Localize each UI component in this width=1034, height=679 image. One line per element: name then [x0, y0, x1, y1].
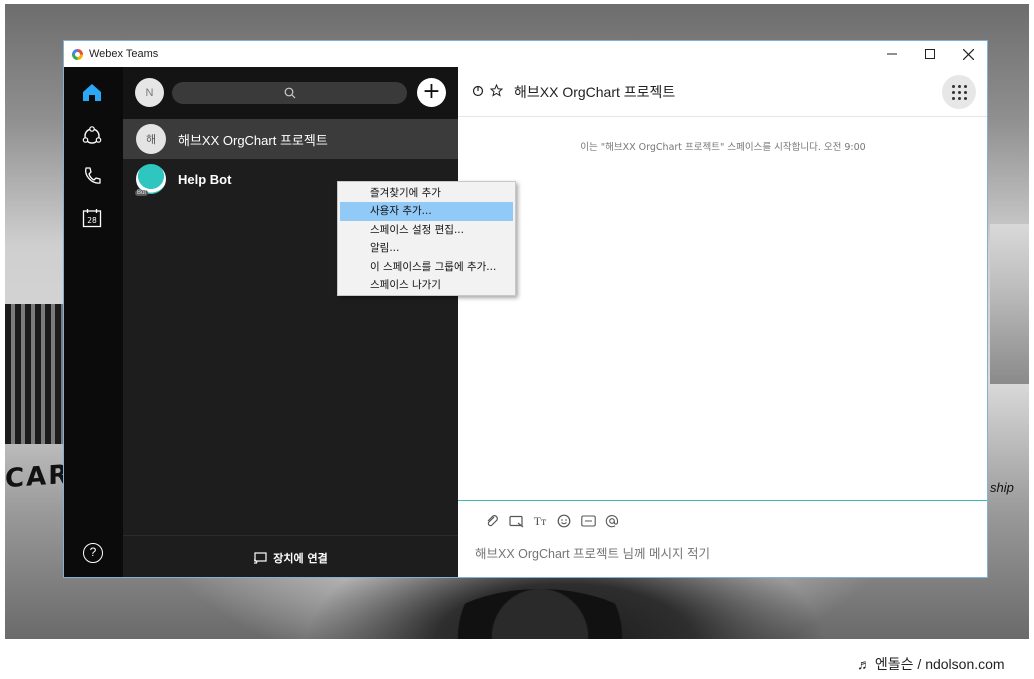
connect-device-button[interactable]: 장치에 연결	[123, 535, 458, 577]
home-nav-button[interactable]	[81, 81, 103, 103]
mention-button[interactable]	[604, 513, 620, 529]
help-button[interactable]: ?	[83, 543, 103, 563]
message-composer: Tт	[458, 500, 987, 577]
grid-dot-icon	[951, 84, 955, 88]
grid-dot-icon	[957, 96, 961, 100]
grid-dot-icon	[957, 84, 961, 88]
attach-icon	[487, 515, 498, 527]
search-input[interactable]	[172, 82, 407, 104]
grid-dot-icon	[951, 96, 955, 100]
cast-icon	[254, 551, 267, 564]
add-space-button[interactable]: +	[417, 78, 446, 107]
grid-dot-icon	[957, 90, 961, 94]
minimize-icon	[887, 53, 897, 55]
share-screen-button[interactable]	[508, 513, 524, 529]
conversation-pane: 해브XX OrgChart 프로젝트 이는 "해브XX OrgChart 프로젝…	[458, 67, 987, 577]
close-icon	[962, 48, 974, 60]
car-side-text: ship	[990, 480, 1014, 495]
menu-item-add-to-group[interactable]: 이 스페이스를 그룹에 추가...	[340, 258, 513, 276]
bot-badge: Bot	[135, 190, 149, 196]
calls-nav-button[interactable]	[81, 165, 103, 187]
minimize-button[interactable]	[873, 41, 911, 67]
close-button[interactable]	[949, 41, 987, 67]
home-icon	[83, 83, 101, 101]
space-context-menu: 즐겨찾기에 추가 사용자 추가... 스페이스 설정 편집... 알림... 이…	[337, 181, 516, 296]
conversation-title: 해브XX OrgChart 프로젝트	[514, 84, 676, 100]
space-item-orgchart[interactable]: 해 해브XX OrgChart 프로젝트	[123, 119, 458, 159]
emoji-button[interactable]	[556, 513, 572, 529]
teams-nav-button[interactable]	[81, 125, 103, 147]
spaces-header: N +	[123, 67, 458, 119]
watermark-text: ♬ 엔돌슨 / ndolson.com	[857, 656, 1005, 672]
gif-icon	[580, 515, 596, 527]
connect-device-label: 장치에 연결	[273, 551, 328, 565]
webex-logo-icon	[72, 48, 83, 60]
window-controls	[873, 41, 987, 67]
mention-icon	[605, 515, 619, 528]
gif-button[interactable]	[580, 513, 596, 529]
space-avatar: 해	[136, 124, 166, 154]
format-text-icon: Tт	[533, 513, 547, 528]
menu-item-add-favorite[interactable]: 즐겨찾기에 추가	[340, 184, 513, 202]
search-icon	[284, 87, 295, 99]
conversation-header: 해브XX OrgChart 프로젝트	[458, 67, 987, 117]
format-text-button[interactable]: Tт	[532, 513, 548, 529]
webex-window: Webex Teams 28 ? N + 해 해브XX OrgChart 프로젝…	[63, 40, 988, 578]
grid-dot-icon	[963, 90, 967, 94]
space-start-notice: 이는 "해브XX OrgChart 프로젝트" 스페이스를 시작합니다. 오전 …	[580, 142, 866, 153]
calendar-icon: 28	[82, 209, 102, 228]
bot-avatar: Bot	[135, 164, 166, 196]
space-name: 해브XX OrgChart 프로젝트	[178, 132, 328, 148]
share-screen-icon	[508, 515, 523, 527]
car-wheel	[425, 589, 655, 639]
message-input[interactable]	[475, 547, 955, 561]
window-title: Webex Teams	[89, 48, 159, 60]
car-side-panel	[990, 224, 1029, 384]
maximize-icon	[925, 49, 935, 59]
grid-dot-icon	[963, 84, 967, 88]
grid-dot-icon	[963, 96, 967, 100]
grid-dot-icon	[951, 90, 955, 94]
user-avatar[interactable]: N	[135, 78, 164, 107]
spaces-panel: N + 해 해브XX OrgChart 프로젝트 Bot Help Bot 장치…	[123, 67, 458, 577]
maximize-button[interactable]	[911, 41, 949, 67]
attach-button[interactable]	[484, 513, 500, 529]
nav-rail: 28 ?	[64, 67, 123, 577]
emoji-icon	[557, 514, 571, 528]
menu-item-add-user[interactable]: 사용자 추가...	[340, 202, 513, 221]
space-info-icon[interactable]	[472, 85, 484, 97]
space-name: Help Bot	[178, 171, 232, 187]
menu-item-notifications[interactable]: 알림...	[340, 239, 513, 257]
composer-toolbar: Tт	[484, 513, 620, 529]
car-badge-text: CAR	[5, 459, 71, 495]
calendar-day: 28	[87, 216, 97, 225]
favorite-star-icon[interactable]	[490, 84, 503, 97]
phone-icon	[85, 167, 101, 184]
menu-item-leave-space[interactable]: 스페이스 나가기	[340, 276, 513, 294]
apps-menu-button[interactable]	[942, 75, 976, 109]
teams-icon	[82, 126, 102, 144]
menu-item-edit-space-settings[interactable]: 스페이스 설정 편집...	[340, 221, 513, 239]
calendar-nav-button[interactable]: 28	[81, 207, 103, 229]
titlebar: Webex Teams	[64, 41, 987, 67]
